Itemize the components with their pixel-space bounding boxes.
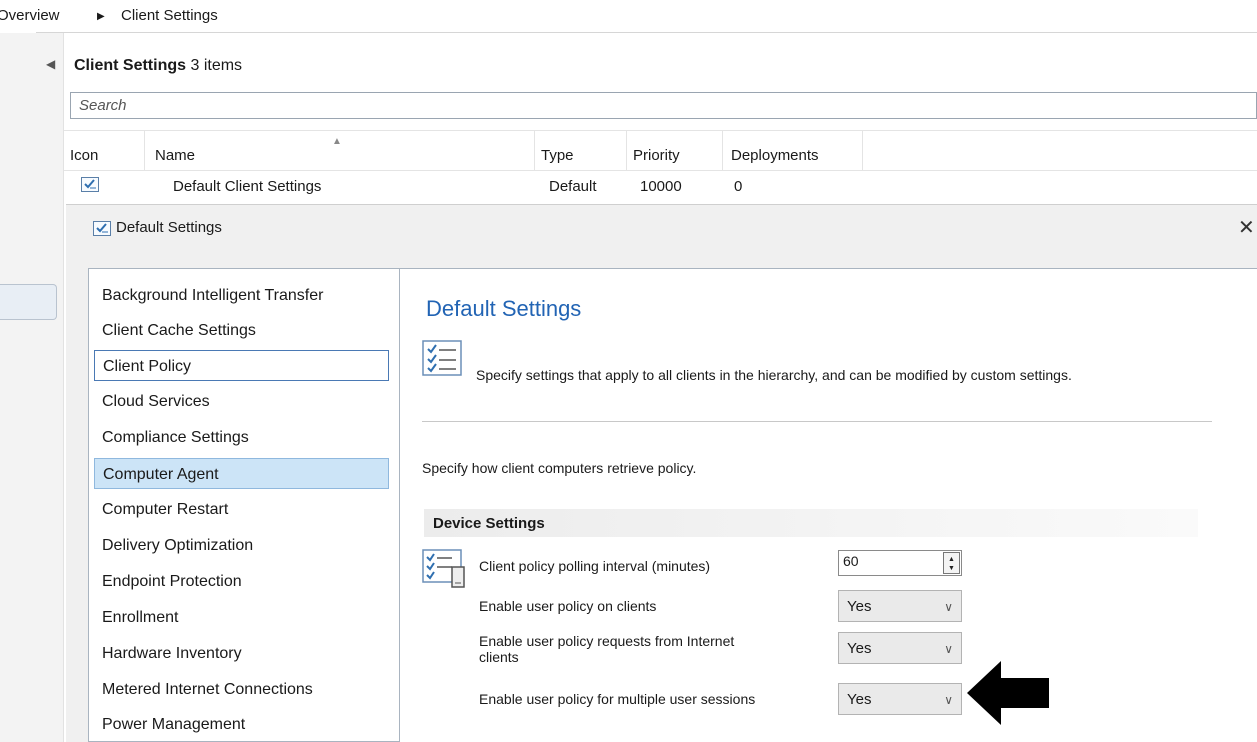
nav-item-client-policy[interactable]: Client Policy — [94, 350, 389, 381]
column-header-priority[interactable]: Priority — [627, 131, 723, 172]
breadcrumb-divider — [36, 32, 1257, 33]
arrow-left-icon — [967, 661, 1051, 730]
dialog-settings-icon — [93, 221, 111, 236]
breadcrumb-separator-icon: ▶ — [97, 11, 105, 22]
checklist-icon — [422, 340, 462, 376]
chevron-down-icon: ∨ — [944, 642, 953, 656]
content-divider — [422, 421, 1212, 422]
table-row[interactable]: Default Client Settings Default 10000 0 — [64, 171, 1257, 201]
nav-item-computer-agent[interactable]: Computer Agent — [94, 458, 389, 489]
nav-item-power-management[interactable]: Power Management — [94, 709, 389, 740]
setting-label-user-policy-multiple-sessions: Enable user policy for multiple user ses… — [479, 691, 756, 707]
setting-label-user-policy-on-clients: Enable user policy on clients — [479, 598, 657, 614]
chevron-left-icon[interactable]: ◀ — [46, 57, 55, 71]
list-title: Client Settings 3 items — [74, 57, 242, 75]
navigation-gutter-button[interactable] — [0, 284, 57, 320]
nav-item-hardware-inventory[interactable]: Hardware Inventory — [94, 638, 389, 669]
user-policy-on-clients-select[interactable]: Yes ∨ — [838, 590, 962, 622]
row-priority: 10000 — [640, 178, 682, 195]
device-settings-icon — [422, 549, 472, 589]
nav-item-client-cache-settings[interactable]: Client Cache Settings — [94, 315, 389, 346]
nav-item-computer-restart[interactable]: Computer Restart — [94, 494, 389, 525]
chevron-down-icon: ∨ — [944, 600, 953, 614]
row-name: Default Client Settings — [173, 178, 322, 195]
client-settings-icon — [81, 177, 99, 192]
nav-item-cloud-services[interactable]: Cloud Services — [94, 386, 389, 417]
search-input[interactable] — [70, 92, 1257, 119]
select-value: Yes — [847, 598, 872, 615]
stepper-down-icon[interactable]: ▼ — [948, 565, 955, 572]
nav-item-background-intelligent-transfer[interactable]: Background Intelligent Transfer — [94, 280, 389, 311]
breadcrumb-current[interactable]: Client Settings — [121, 7, 218, 24]
user-policy-internet-select[interactable]: Yes ∨ — [838, 632, 962, 664]
select-value: Yes — [847, 640, 872, 657]
setting-label-polling-interval: Client policy polling interval (minutes) — [479, 558, 711, 574]
settings-content-pane — [400, 268, 1257, 742]
policy-description: Specify how client computers retrieve po… — [422, 460, 697, 476]
breadcrumb-overview[interactable]: Overview — [0, 7, 60, 24]
content-description: Specify settings that apply to all clien… — [476, 367, 1072, 383]
breadcrumb: Overview ▶ Client Settings — [0, 0, 1257, 32]
sort-ascending-icon: ▲ — [332, 136, 342, 147]
polling-interval-stepper[interactable]: ▲ ▼ — [943, 552, 960, 574]
setting-label-user-policy-internet-line2: clients — [479, 649, 519, 665]
nav-item-endpoint-protection[interactable]: Endpoint Protection — [94, 566, 389, 597]
nav-item-compliance-settings[interactable]: Compliance Settings — [94, 422, 389, 453]
column-header-type[interactable]: Type — [535, 131, 627, 172]
column-header-icon[interactable]: Icon — [64, 131, 145, 172]
list-header — [64, 48, 1257, 86]
content-title: Default Settings — [426, 296, 582, 321]
list-title-text: Client Settings — [74, 57, 187, 74]
column-header-row: Icon Name Type Priority Deployments — [64, 130, 1257, 172]
nav-item-metered-internet-connections[interactable]: Metered Internet Connections — [94, 674, 389, 705]
dialog-title: Default Settings — [116, 219, 222, 236]
list-item-count: 3 items — [190, 57, 243, 74]
column-header-deployments[interactable]: Deployments — [723, 131, 863, 172]
navigation-gutter — [0, 33, 64, 742]
device-settings-header: Device Settings — [424, 509, 1198, 537]
nav-item-delivery-optimization[interactable]: Delivery Optimization — [94, 530, 389, 561]
user-policy-multiple-sessions-select[interactable]: Yes ∨ — [838, 683, 962, 715]
row-type: Default — [549, 178, 597, 195]
select-value: Yes — [847, 691, 872, 708]
stepper-up-icon[interactable]: ▲ — [948, 556, 955, 563]
dialog-titlebar — [66, 205, 1257, 251]
setting-label-user-policy-internet-line1: Enable user policy requests from Interne… — [479, 633, 735, 649]
close-icon[interactable]: ✕ — [1238, 215, 1255, 240]
row-deployments: 0 — [734, 178, 743, 195]
nav-item-enrollment[interactable]: Enrollment — [94, 602, 389, 633]
chevron-down-icon: ∨ — [944, 693, 953, 707]
